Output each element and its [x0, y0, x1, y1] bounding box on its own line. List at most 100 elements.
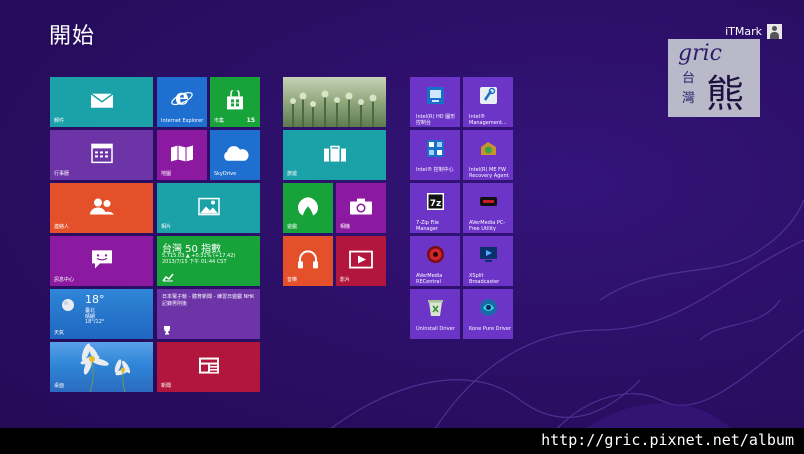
tile-label: Kone Pure Driver	[469, 326, 512, 332]
tile-app-kone-pure-driver[interactable]: Kone Pure Driver	[463, 289, 513, 339]
camera-icon	[350, 198, 372, 215]
photo-thumbnail	[290, 90, 377, 127]
url-text: http://gric.pixnet.net/album	[541, 431, 794, 449]
tile-games[interactable]: 遊戲	[283, 183, 333, 233]
tile-label: Intel(R) ME FW Recovery Agent	[469, 167, 509, 179]
tile-app-avermedia-pcfree[interactable]: AVerMedia PC-Free Utility	[463, 183, 513, 233]
weather-range: 18°/12°	[85, 319, 105, 325]
tile-people[interactable]: 連絡人	[50, 183, 153, 233]
tile-label: 桌面	[54, 383, 65, 389]
tile-label: 相片	[161, 224, 172, 230]
tile-photo-live[interactable]	[283, 77, 386, 127]
svg-text:e: e	[175, 87, 189, 109]
tile-maps[interactable]: 地圖	[157, 130, 207, 180]
tile-app-xsplit[interactable]: XSplit Broadcaster	[463, 236, 513, 286]
sports-headline: 日本電子競 - 體育新聞 - 練習日遊戲 NHK記錄男則後	[162, 294, 255, 307]
watermark-text: 台	[682, 71, 696, 86]
tile-label: SkyDrive	[214, 171, 237, 177]
avatar	[767, 24, 782, 39]
svg-text:7z: 7z	[430, 199, 442, 209]
tile-label: XSplit Broadcaster	[469, 273, 500, 285]
maps-icon	[171, 145, 193, 162]
music-icon	[298, 250, 318, 269]
tile-camera[interactable]: 相機	[336, 183, 386, 233]
trophy-icon	[164, 326, 170, 335]
tile-news[interactable]: 新聞	[157, 342, 260, 392]
tile-label: Intel® 控制中心	[416, 167, 454, 173]
tile-app-7zip[interactable]: 7z 7-Zip File Manager	[410, 183, 460, 233]
people-icon	[89, 198, 114, 215]
intel-control-center-icon	[427, 140, 444, 157]
tile-app-intel-me-fw[interactable]: Intel(R) ME FW Recovery Agent	[463, 130, 513, 180]
tile-label: 7-Zip File Manager	[416, 220, 439, 232]
intel-management-icon	[480, 87, 497, 104]
tile-label: Intel® Management...	[469, 114, 507, 126]
tile-mail[interactable]: 郵件	[50, 77, 153, 127]
tile-app-avermedia-recentral[interactable]: AVerMedia RECentral	[410, 236, 460, 286]
weather-icon	[62, 299, 74, 311]
tile-skydrive[interactable]: SkyDrive	[210, 130, 260, 180]
tile-music[interactable]: 音樂	[283, 236, 333, 286]
tile-calendar[interactable]: 行事曆	[50, 130, 153, 180]
news-icon	[198, 357, 219, 374]
tile-label: 市集	[214, 118, 225, 124]
kone-pure-driver-icon	[480, 299, 497, 316]
store-badge: 15	[246, 117, 255, 124]
mail-icon	[90, 93, 113, 108]
photos-icon	[197, 197, 220, 216]
calendar-icon	[90, 143, 113, 164]
skydrive-icon	[224, 146, 249, 161]
tile-photos[interactable]: 相片	[157, 183, 260, 233]
messaging-icon	[91, 250, 112, 269]
page-title: 開始	[49, 24, 96, 49]
finance-timestamp: 2013/7/15 下午 01:44 CST	[162, 259, 227, 265]
uninstall-driver-icon	[428, 300, 443, 316]
tile-label: 地圖	[161, 171, 172, 177]
tile-app-uninstall-driver[interactable]: Uninstall Driver	[410, 289, 460, 339]
watermark-text: 灣	[682, 91, 696, 106]
weather-temperature: 18°	[85, 293, 105, 306]
tile-app-intel-control-center[interactable]: Intel® 控制中心	[410, 130, 460, 180]
travel-icon	[323, 145, 346, 162]
internet-explorer-icon: e	[171, 87, 193, 109]
store-icon	[227, 90, 243, 110]
tile-label: 相機	[340, 224, 351, 230]
tile-app-intel-graphics[interactable]: Intel(R) HD 圖形控制台	[410, 77, 460, 127]
tile-label: Intel(R) HD 圖形控制台	[416, 114, 456, 126]
avermedia-recentral-icon	[427, 246, 444, 263]
tile-app-intel-management[interactable]: Intel® Management...	[463, 77, 513, 127]
tile-label: 訊息中心	[54, 277, 75, 283]
tile-sports[interactable]: 日本電子競 - 體育新聞 - 練習日遊戲 NHK記錄男則後	[157, 289, 260, 339]
tile-weather[interactable]: 18° 臺北 晴朗 18°/12° 天氣	[50, 289, 153, 339]
tile-label: Uninstall Driver	[416, 326, 455, 332]
finance-icon	[162, 273, 174, 282]
tile-video[interactable]: 影片	[336, 236, 386, 286]
tile-label: 旅遊	[287, 171, 298, 177]
watermark-text: 熊	[706, 72, 745, 116]
tile-messaging[interactable]: 訊息中心	[50, 236, 153, 286]
user-name: iTMark	[725, 25, 762, 38]
tile-internet-explorer[interactable]: e Internet Explorer	[157, 77, 207, 127]
tile-label: 遊戲	[287, 224, 298, 230]
tile-label: 天氣	[54, 330, 65, 336]
user-account[interactable]: iTMark	[725, 24, 782, 39]
tile-label: 郵件	[54, 118, 65, 124]
tile-finance[interactable]: 台灣 50 指數 5,715.03 ▲ +0.31% (+17.42) 2013…	[157, 236, 260, 286]
tile-label: AVerMedia RECentral	[416, 273, 443, 285]
tile-travel[interactable]: 旅遊	[283, 130, 386, 180]
tile-desktop[interactable]: 桌面	[50, 342, 153, 392]
desktop-thumbnail	[80, 343, 131, 392]
tile-label: 音樂	[287, 277, 298, 283]
tile-label: Internet Explorer	[161, 118, 204, 124]
watermark-logo: gric 台 灣 熊	[668, 39, 760, 117]
tile-store[interactable]: 市集 15	[210, 77, 260, 127]
intel-graphics-icon	[427, 87, 444, 104]
intel-me-fw-icon	[481, 142, 496, 155]
tile-label: 影片	[340, 277, 351, 283]
avermedia-pcfree-icon	[480, 197, 497, 206]
tile-label: AVerMedia PC-Free Utility	[469, 220, 506, 232]
tile-label: 連絡人	[54, 224, 70, 230]
video-icon	[349, 250, 373, 269]
tile-label: 新聞	[161, 383, 172, 389]
url-bar: http://gric.pixnet.net/album	[0, 428, 804, 454]
